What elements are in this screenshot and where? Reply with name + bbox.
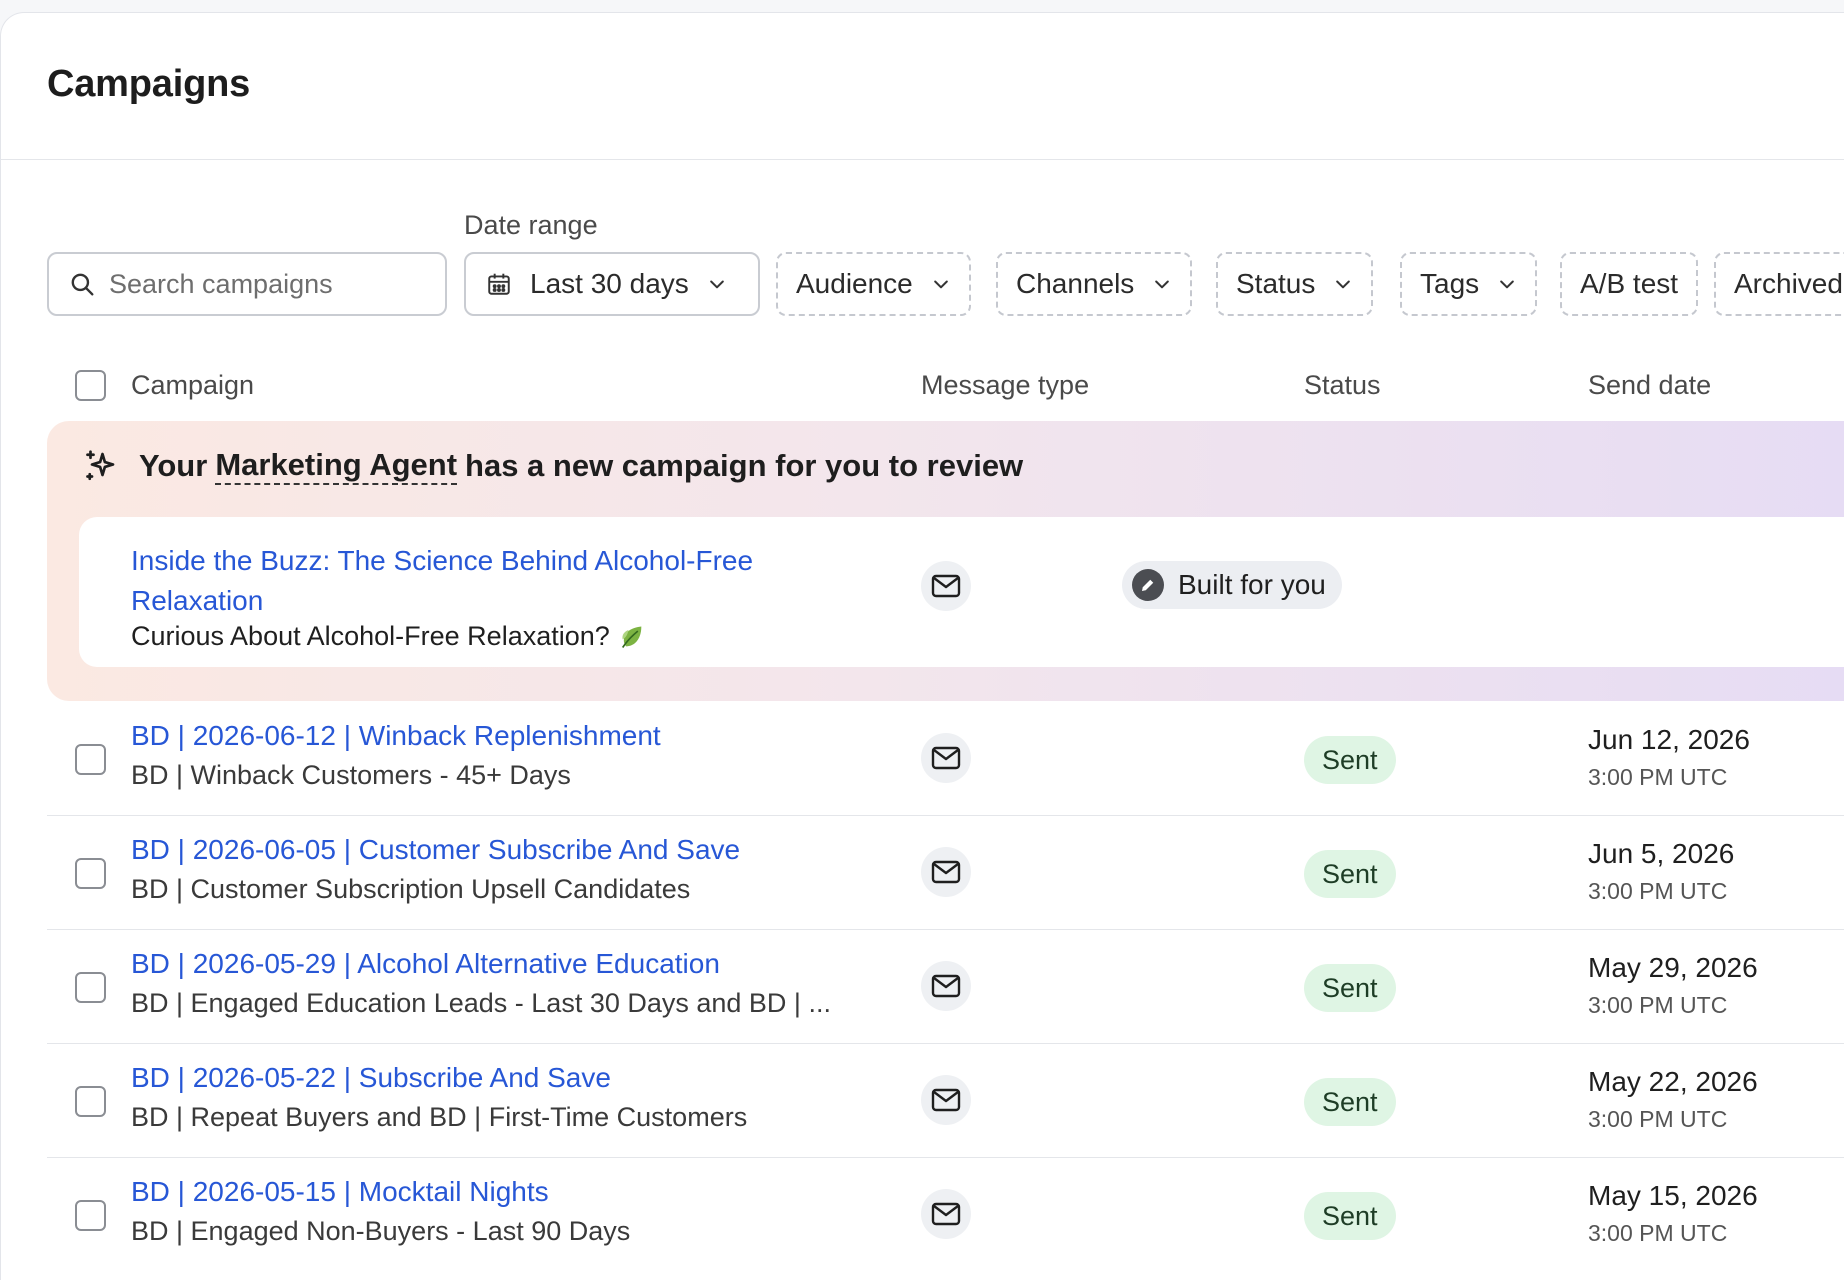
- suggested-campaign-title[interactable]: Inside the Buzz: The Science Behind Alco…: [131, 541, 831, 621]
- column-send-date: Send date: [1588, 370, 1712, 400]
- table-row[interactable]: BD | 2026-05-22 | Subscribe And Save BD …: [47, 1044, 1844, 1158]
- send-date: Jun 5, 2026: [1588, 838, 1735, 869]
- date-range-dropdown[interactable]: Last 30 days: [464, 252, 760, 316]
- calendar-icon: [488, 273, 510, 295]
- marketing-agent-link[interactable]: Marketing Agent: [215, 447, 458, 485]
- table-row[interactable]: BD | 2026-05-29 | Alcohol Alternative Ed…: [47, 930, 1844, 1044]
- row-checkbox[interactable]: [75, 1086, 106, 1117]
- suggested-campaign-subject-text: Curious About Alcohol-Free Relaxation?: [131, 621, 610, 651]
- date-range-label: Date range: [464, 210, 598, 240]
- search-box[interactable]: [47, 252, 447, 316]
- table-header: Campaign Message type Status Send date: [47, 368, 1844, 408]
- row-checkbox[interactable]: [75, 744, 106, 775]
- date-range-value: Last 30 days: [530, 268, 689, 299]
- email-icon: [921, 1075, 971, 1125]
- campaign-audience: BD | Engaged Non-Buyers - Last 90 Days: [131, 1216, 631, 1246]
- email-icon: [921, 961, 971, 1011]
- send-date: May 15, 2026: [1588, 1180, 1758, 1211]
- status-badge: Sent: [1304, 1078, 1396, 1126]
- campaign-title-link[interactable]: BD | 2026-05-15 | Mocktail Nights: [131, 1176, 549, 1208]
- chevron-down-icon: [1336, 280, 1351, 289]
- send-date: May 22, 2026: [1588, 1066, 1758, 1097]
- built-for-you-badge: Built for you: [1122, 561, 1342, 609]
- tags-filter-label: Tags: [1420, 268, 1480, 299]
- channels-filter[interactable]: Channels: [996, 252, 1193, 316]
- send-date: Jun 12, 2026: [1588, 724, 1750, 755]
- column-message-type: Message type: [921, 370, 1090, 400]
- audience-filter[interactable]: Audience: [776, 252, 971, 316]
- chevron-down-icon: [933, 280, 948, 289]
- table-row[interactable]: BD | 2026-06-05 | Customer Subscribe And…: [47, 816, 1844, 930]
- campaign-audience: BD | Customer Subscription Upsell Candid…: [131, 874, 691, 904]
- agent-heading-suffix: has a new campaign for you to review: [465, 448, 1024, 483]
- send-time: 3:00 PM UTC: [1588, 1220, 1728, 1246]
- chevron-down-icon: [1500, 280, 1514, 289]
- status-badge: Sent: [1304, 850, 1396, 898]
- email-icon: [921, 847, 971, 897]
- status-badge: Sent: [1304, 1192, 1396, 1240]
- chevron-down-icon: [709, 280, 724, 289]
- leaf-emoji-icon: [621, 626, 642, 648]
- page-title: Campaigns: [47, 63, 251, 105]
- campaign-title-link[interactable]: BD | 2026-06-05 | Customer Subscribe And…: [131, 834, 740, 866]
- ab-test-filter[interactable]: A/B test: [1560, 252, 1699, 316]
- campaigns-panel: Campaigns Date range Last 30 days Audien…: [0, 12, 1844, 1280]
- email-icon: [921, 1189, 971, 1239]
- campaign-title-link[interactable]: BD | 2026-05-29 | Alcohol Alternative Ed…: [131, 948, 720, 980]
- email-icon: [921, 733, 971, 783]
- archived-filter[interactable]: Archived: [1714, 252, 1844, 316]
- status-filter[interactable]: Status: [1216, 252, 1374, 316]
- filter-bar: Date range Last 30 days Audience Channel…: [47, 200, 1844, 320]
- audience-filter-label: Audience: [796, 268, 913, 299]
- table-row[interactable]: BD | 2026-05-15 | Mocktail Nights BD | E…: [47, 1158, 1844, 1272]
- send-time: 3:00 PM UTC: [1588, 878, 1728, 904]
- send-time: 3:00 PM UTC: [1588, 764, 1728, 790]
- send-time: 3:00 PM UTC: [1588, 1106, 1728, 1132]
- ab-test-filter-label: A/B test: [1580, 268, 1679, 299]
- campaign-audience: BD | Repeat Buyers and BD | First-Time C…: [131, 1102, 748, 1132]
- built-for-you-label: Built for you: [1178, 569, 1326, 600]
- search-input[interactable]: [109, 268, 409, 300]
- campaign-audience: BD | Engaged Education Leads - Last 30 D…: [131, 988, 831, 1018]
- row-checkbox[interactable]: [75, 1200, 106, 1231]
- column-campaign: Campaign: [131, 370, 255, 400]
- suggested-campaign-row[interactable]: Inside the Buzz: The Science Behind Alco…: [79, 517, 1844, 667]
- pencil-icon: [1132, 569, 1164, 601]
- agent-banner-heading: Your Marketing Agent has a new campaign …: [83, 447, 1023, 485]
- status-filter-label: Status: [1236, 268, 1316, 299]
- agent-heading-prefix: Your: [139, 448, 208, 483]
- table-row[interactable]: BD | 2026-06-12 | Winback Replenishment …: [47, 702, 1844, 816]
- chevron-down-icon: [1155, 280, 1170, 289]
- send-date: May 29, 2026: [1588, 952, 1758, 983]
- tags-filter[interactable]: Tags: [1400, 252, 1538, 316]
- send-time: 3:00 PM UTC: [1588, 992, 1728, 1018]
- status-badge: Sent: [1304, 964, 1396, 1012]
- archived-filter-label: Archived: [1734, 268, 1843, 299]
- select-all-checkbox[interactable]: [75, 370, 106, 401]
- email-icon: [921, 561, 971, 611]
- row-checkbox[interactable]: [75, 858, 106, 889]
- status-badge: Sent: [1304, 736, 1396, 784]
- campaign-title-link[interactable]: BD | 2026-05-22 | Subscribe And Save: [131, 1062, 611, 1094]
- suggested-campaign-subject: Curious About Alcohol-Free Relaxation?: [131, 621, 646, 652]
- campaign-audience: BD | Winback Customers - 45+ Days: [131, 760, 571, 790]
- page-header: Campaigns: [1, 13, 1844, 160]
- campaign-title-link[interactable]: BD | 2026-06-12 | Winback Replenishment: [131, 720, 661, 752]
- marketing-agent-banner: Your Marketing Agent has a new campaign …: [47, 421, 1844, 701]
- sparkle-icon: [86, 450, 115, 481]
- column-status: Status: [1304, 370, 1381, 400]
- channels-filter-label: Channels: [1016, 268, 1135, 299]
- search-icon: [71, 273, 94, 296]
- row-checkbox[interactable]: [75, 972, 106, 1003]
